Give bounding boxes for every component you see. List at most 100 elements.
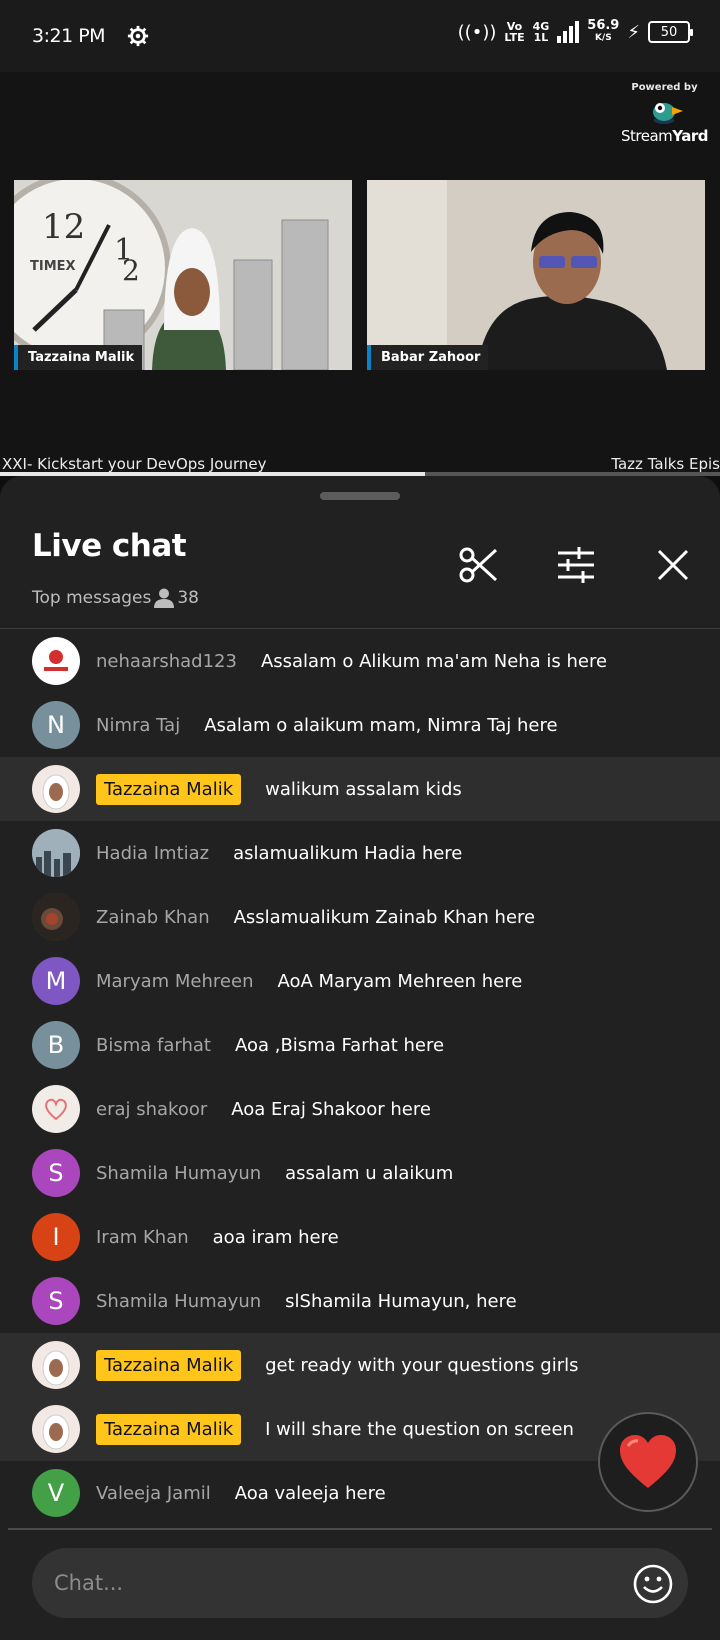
channel-owner-badge[interactable]: Tazzaina Malik [96, 1413, 242, 1445]
reaction-heart-button[interactable] [598, 1412, 698, 1512]
avatar[interactable]: I [32, 1213, 80, 1261]
chat-message-text: Assalam o Alikum ma'am Neha is here [260, 650, 608, 672]
battery-level: 50 [660, 24, 678, 40]
svg-text:2: 2 [122, 254, 140, 287]
chat-message[interactable]: Zainab Khan Asslamualikum Zainab Khan her… [0, 885, 720, 949]
ticker-text-left: XXI- Kickstart your DevOps Journey [2, 455, 267, 473]
chat-message-text: AoA Maryam Mehreen here [277, 970, 523, 992]
video-player[interactable]: Powered by StreamYard 12 1 2 TIMEX Tazza… [0, 72, 720, 476]
participant-tile-1: 12 1 2 TIMEX Tazzaina Malik [14, 180, 352, 370]
hijab-avatar-avatar[interactable] [32, 1405, 80, 1453]
chat-author[interactable]: Shamila Humayun [96, 1163, 261, 1184]
avatar[interactable]: V [32, 1469, 80, 1517]
chat-message[interactable]: N Nimra Taj Asalam o alaikum mam, Nimra Ta… [0, 693, 720, 757]
viewer-count: 38 [177, 588, 199, 608]
chat-author[interactable]: Zainab Khan [96, 907, 210, 928]
data-speed: 56.9 K/S [587, 18, 620, 44]
chat-author[interactable]: Bisma farhat [96, 1035, 211, 1056]
chat-message-text: Asalam o alaikum mam, Nimra Taj here [204, 714, 558, 736]
chat-author[interactable]: Valeeja Jamil [96, 1483, 211, 1504]
participant-tile-2: Babar Zahoor [367, 180, 705, 370]
filter-settings-icon[interactable] [555, 544, 597, 586]
heart-icon [620, 1435, 676, 1488]
participant-name-tag: Tazzaina Malik [14, 345, 143, 370]
chat-input-container [32, 1548, 688, 1618]
chat-message[interactable]: Tazzaina Malik walikum assalam kids [0, 757, 720, 821]
charging-icon: ⚡ [627, 21, 640, 43]
dark-photo-avatar[interactable] [32, 893, 80, 941]
avatar[interactable]: N [32, 701, 80, 749]
channel-logo-avatar[interactable] [32, 637, 80, 685]
brand-part-a: Stream [620, 127, 673, 145]
top-messages-selector[interactable]: Top messages 38 [32, 588, 199, 608]
chat-message-text: aslamualikum Hadia here [233, 842, 463, 864]
hijab-avatar-avatar[interactable] [32, 1341, 80, 1389]
signal-icon [557, 21, 580, 43]
chat-message[interactable]: Hadia Imtiaz aslamualikum Hadia here [0, 821, 720, 885]
chat-author[interactable]: Shamila Humayun [96, 1291, 261, 1312]
svg-text:12: 12 [42, 207, 85, 247]
hijab-avatar-avatar[interactable] [32, 765, 80, 813]
chat-message[interactable]: eraj shakoor Aoa Eraj Shakoor here [0, 1077, 720, 1141]
avatar[interactable]: S [32, 1277, 80, 1325]
chat-message[interactable]: Tazzaina Malik get ready with your questi… [0, 1333, 720, 1397]
participant-video-2 [367, 180, 705, 370]
skyline-photo-avatar[interactable] [32, 829, 80, 877]
chat-input[interactable] [54, 1548, 614, 1618]
channel-owner-badge[interactable]: Tazzaina Malik [96, 1349, 242, 1381]
volte-indicator: Vo LTE [504, 21, 524, 43]
svg-text:TIMEX: TIMEX [30, 259, 76, 274]
input-divider [8, 1528, 712, 1530]
live-chat-panel: Live chat Top messages 38 nehaarshad123 A… [0, 476, 720, 1640]
streamyard-logo-icon [653, 103, 684, 124]
chat-message[interactable]: B Bisma farhat Aoa ,Bisma Farhat here [0, 1013, 720, 1077]
person-icon [154, 588, 175, 608]
chat-author[interactable]: Maryam Mehreen [96, 971, 253, 992]
status-bar: 3:21 PM ((•)) Vo LTE 4G 1L 56.9 K/S ⚡ 50 [0, 0, 720, 72]
chat-message-text: Aoa valeeja here [234, 1482, 386, 1504]
avatar[interactable]: S [32, 1149, 80, 1197]
emoji-icon[interactable] [632, 1563, 674, 1605]
chat-message[interactable]: S Shamila Humayun assalam u alaikum [0, 1141, 720, 1205]
chat-author[interactable]: Nimra Taj [96, 715, 180, 736]
battery-icon: 50 [648, 21, 693, 43]
network-gen-bottom: 1L [533, 31, 549, 44]
chat-message-text: Aoa ,Bisma Farhat here [234, 1034, 445, 1056]
chat-message-text: get ready with your questions girls [265, 1354, 579, 1376]
streamyard-watermark: Powered by StreamYard [620, 82, 709, 145]
drag-handle[interactable] [320, 492, 400, 500]
hotspot-icon: ((•)) [457, 21, 497, 43]
chat-message-text: slShamila Humayun, here [285, 1290, 517, 1312]
heart-sketch-avatar[interactable] [32, 1085, 80, 1133]
participant-name-tag: Babar Zahoor [367, 345, 489, 370]
chat-title: Live chat [32, 528, 187, 564]
chat-author[interactable]: nehaarshad123 [96, 651, 237, 672]
clip-scissors-icon[interactable] [458, 544, 500, 586]
chat-message[interactable]: S Shamila Humayun slShamila Humayun, here [0, 1269, 720, 1333]
chat-message[interactable]: I Iram Khan aoa iram here [0, 1205, 720, 1269]
chat-mode-label: Top messages [32, 588, 152, 608]
avatar[interactable]: M [32, 957, 80, 1005]
chat-author[interactable]: eraj shakoor [96, 1099, 207, 1120]
data-speed-value: 56.9 [587, 18, 620, 33]
chat-author[interactable]: Hadia Imtiaz [96, 843, 209, 864]
avatar[interactable]: B [32, 1021, 80, 1069]
close-icon[interactable] [652, 544, 694, 586]
gear-icon [127, 25, 149, 47]
chat-author[interactable]: Iram Khan [96, 1227, 189, 1248]
participant-video-1: 12 1 2 TIMEX [14, 180, 352, 370]
brand-part-b: Yard [672, 127, 708, 145]
channel-owner-badge[interactable]: Tazzaina Malik [96, 773, 242, 805]
powered-by-label: Powered by [631, 82, 698, 93]
ticker-text-right: Tazz Talks Epis [611, 455, 720, 473]
chat-message[interactable]: M Maryam Mehreen AoA Maryam Mehreen here [0, 949, 720, 1013]
volte-bottom: LTE [504, 31, 525, 44]
chat-message-text: walikum assalam kids [265, 778, 462, 800]
data-speed-unit: K/S [594, 33, 612, 43]
chat-message[interactable]: nehaarshad123 Assalam o Alikum ma'am Neha… [0, 629, 720, 693]
chat-message-text: assalam u alaikum [285, 1162, 454, 1184]
chat-message-text: Asslamualikum Zainab Khan here [233, 906, 536, 928]
chat-message-list[interactable]: nehaarshad123 Assalam o Alikum ma'am Neha… [0, 629, 720, 1525]
network-gen-indicator: 4G 1L [533, 21, 550, 43]
chat-message-text: Aoa Eraj Shakoor here [231, 1098, 431, 1120]
